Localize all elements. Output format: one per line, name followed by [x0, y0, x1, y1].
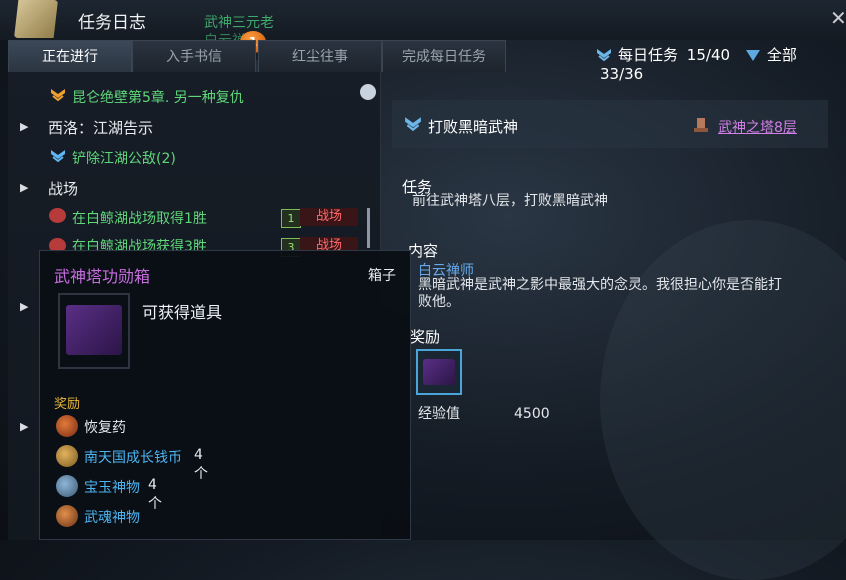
tooltip-type: 箱子 — [368, 268, 396, 284]
scroll-up-button[interactable] — [360, 84, 376, 100]
expand-arrow-icon[interactable]: ▶ — [20, 420, 28, 433]
reward-count: 4个 — [148, 477, 162, 512]
all-label: 全部 — [766, 46, 797, 64]
task-text: 前往武神塔八层，打败黑暗武神 — [412, 193, 608, 209]
tooltip-reward-heading: 奖励 — [54, 397, 81, 412]
scrollbar[interactable] — [367, 208, 370, 248]
tab-letters[interactable]: 入手书信 — [132, 40, 256, 72]
category-battlefield[interactable]: 战场 — [48, 178, 78, 199]
coin-icon — [56, 445, 78, 467]
tower-map-icon — [694, 118, 708, 132]
title-bar: 任务日志 武神三元老 白云禅师 ✕ — [0, 0, 846, 49]
window-title: 任务日志 — [78, 13, 146, 33]
expand-arrow-icon[interactable]: ▶ — [20, 120, 28, 133]
content-line-1: 黑暗武神是武神之影中最强大的念灵。我很担心你是否能打 — [418, 277, 782, 293]
quest-chevron-icon — [51, 89, 65, 102]
content-text: 黑暗武神是武神之影中最强大的念灵。我很担心你是否能打 败他。 — [418, 277, 823, 311]
quest-count: 1 — [281, 209, 301, 228]
daily-value: 15/40 — [686, 46, 731, 64]
tab-in-progress[interactable]: 正在进行 — [8, 40, 132, 72]
all-value: 33/36 — [600, 65, 644, 83]
soul-icon — [56, 505, 78, 527]
quest-item[interactable]: 昆仑绝壁第5章. 另一种复仇 — [72, 87, 244, 107]
quest-item[interactable]: 在白鲸湖战场取得1胜 — [72, 208, 207, 228]
battle-mask-icon — [49, 208, 66, 223]
expand-arrow-icon[interactable]: ▶ — [20, 181, 28, 194]
content-heading: 内容 — [408, 242, 439, 260]
reward-item-slot[interactable] — [416, 349, 462, 395]
quest-counters: 每日任务 15/40 全部 33/36 — [596, 44, 846, 83]
reward-name: 南天国成长钱币 — [84, 450, 182, 466]
reward-name: 恢复药 — [84, 420, 126, 436]
chevron-rank-icon — [597, 49, 611, 62]
exp-label: 经验值 — [418, 406, 460, 422]
reward-name: 宝玉神物 — [84, 480, 140, 496]
item-tooltip: 武神塔功勋箱 箱子 可获得道具 奖励 恢复药 南天国成长钱币 4个 宝玉神物 4… — [39, 250, 411, 540]
battlefield-tag: 战场 — [300, 208, 358, 226]
expand-arrow-icon[interactable]: ▶ — [20, 300, 28, 313]
tooltip-item-frame — [58, 293, 130, 369]
category-xiluo[interactable]: 西洛：江湖告示 — [48, 117, 153, 138]
tab-completed-daily[interactable]: 完成每日任务 — [382, 40, 506, 72]
quest-title: 打败黑暗武神 — [428, 118, 519, 136]
potion-icon — [56, 415, 78, 437]
reward-heading: 奖励 — [410, 328, 441, 346]
npc-label: 武神三元老 — [204, 15, 274, 31]
exp-value: 4500 — [514, 406, 550, 422]
daily-label: 每日任务 — [618, 46, 679, 64]
tooltip-title: 武神塔功勋箱 — [54, 267, 151, 286]
reward-name: 武魂神物 — [84, 510, 140, 526]
chevron-down-icon — [745, 50, 760, 61]
treasure-chest-icon — [66, 305, 122, 355]
treasure-chest-icon — [423, 359, 455, 385]
close-icon[interactable]: ✕ — [830, 6, 846, 30]
scroll-logo-icon — [14, 0, 58, 38]
reward-count: 4个 — [194, 447, 208, 482]
quest-chevron-icon — [51, 150, 65, 163]
tooltip-subtitle: 可获得道具 — [142, 303, 223, 322]
jade-icon — [56, 475, 78, 497]
location-link[interactable]: 武神之塔8层 — [718, 117, 797, 137]
quest-detail-panel: 打败黑暗武神 武神之塔8层 任务 前往武神塔八层，打败黑暗武神 内容 白云禅师 … — [392, 100, 838, 540]
quest-chevron-icon — [405, 117, 421, 132]
quest-item[interactable]: 铲除江湖公敌(2) — [72, 148, 176, 168]
content-line-2: 败他。 — [418, 294, 460, 310]
tab-past-events[interactable]: 红尘往事 — [258, 40, 382, 72]
